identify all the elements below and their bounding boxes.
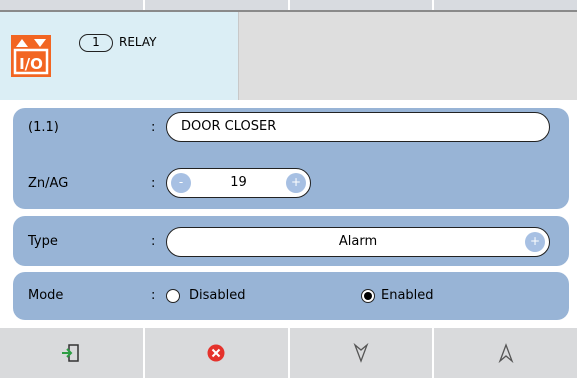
move-up-button[interactable]: [434, 328, 577, 378]
relay-label: RELAY: [119, 35, 157, 49]
name-field-separator: :: [151, 120, 156, 135]
top-toolbar-segment[interactable]: [434, 0, 577, 10]
top-toolbar-segment[interactable]: [144, 0, 290, 10]
mode-disabled-radio[interactable]: [166, 289, 180, 303]
name-field[interactable]: DOOR CLOSER: [166, 112, 550, 142]
top-toolbar-segment[interactable]: [0, 0, 145, 10]
move-down-button[interactable]: [289, 328, 435, 378]
mode-enabled-radio[interactable]: [361, 289, 375, 303]
zone-increment-button[interactable]: +: [286, 173, 306, 193]
type-next-button[interactable]: +: [525, 232, 545, 252]
top-toolbar-strip: [0, 0, 577, 12]
zone-stepper[interactable]: - 19 +: [166, 168, 311, 198]
top-toolbar-segment[interactable]: [289, 0, 435, 10]
type-field-label: Type: [28, 234, 58, 249]
mode-field-separator: :: [151, 288, 156, 303]
zone-field-separator: :: [151, 176, 156, 191]
cancel-icon: [207, 344, 225, 362]
svg-text:I/O: I/O: [19, 55, 43, 73]
zone-field-label: Zn/AG: [28, 176, 69, 191]
cancel-button[interactable]: [144, 328, 290, 378]
exit-button[interactable]: [0, 328, 145, 378]
mode-disabled-label[interactable]: Disabled: [189, 288, 245, 303]
type-select[interactable]: Alarm +: [166, 227, 550, 257]
arrow-up-icon: [498, 343, 514, 364]
arrow-down-icon: [353, 342, 369, 363]
bottom-toolbar: [0, 328, 577, 378]
exit-icon: [62, 344, 80, 362]
header-empty-area: [238, 12, 577, 100]
type-value: Alarm: [338, 234, 378, 249]
relay-number-badge: 1: [79, 34, 113, 52]
mode-field-label: Mode: [28, 288, 64, 303]
mode-enabled-label[interactable]: Enabled: [381, 288, 434, 303]
header-module-area: I/O 1 RELAY: [0, 12, 238, 100]
io-module-icon: I/O: [11, 35, 51, 77]
name-field-label: (1.1): [28, 120, 59, 135]
type-field-separator: :: [151, 234, 156, 249]
mode-panel: [13, 272, 569, 320]
